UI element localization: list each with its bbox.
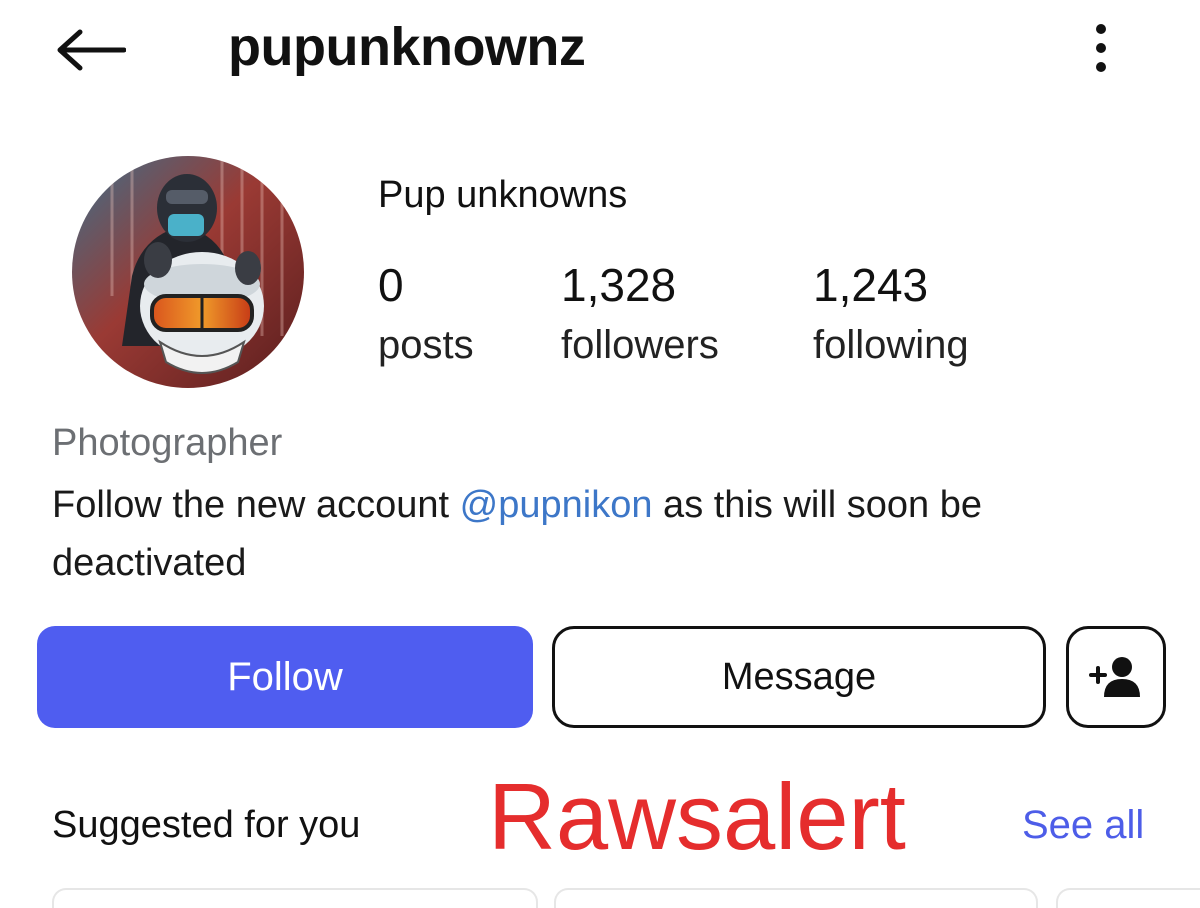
avatar-photo (72, 156, 304, 388)
followers-label: followers (561, 323, 719, 367)
follow-button-label: Follow (227, 654, 343, 699)
more-vertical-icon-dot (1096, 62, 1106, 72)
followers-count: 1,328 (561, 259, 677, 311)
see-all-link[interactable]: See all (1022, 800, 1144, 850)
more-options-button[interactable] (1076, 18, 1126, 78)
following-label: following (813, 323, 969, 367)
bio-text-before: Follow the new account (52, 484, 460, 526)
back-button[interactable] (50, 20, 130, 80)
more-vertical-icon (1096, 24, 1106, 34)
posts-label: posts (378, 323, 474, 367)
profile-avatar[interactable] (72, 156, 304, 388)
profile-username: pupunknownz (228, 17, 586, 77)
suggested-card-edge (52, 888, 538, 908)
posts-count: 0 (378, 259, 404, 311)
stat-following[interactable]: 1,243 following (813, 258, 969, 370)
message-button[interactable]: Message (552, 626, 1046, 728)
more-vertical-icon-dot (1096, 43, 1106, 53)
suggest-accounts-button[interactable] (1066, 626, 1166, 728)
stat-posts[interactable]: 0 posts (378, 258, 474, 370)
stat-followers[interactable]: 1,328 followers (561, 258, 719, 370)
add-person-icon (1089, 657, 1140, 697)
suggested-card-edge (554, 888, 1038, 908)
follow-button[interactable]: Follow (37, 626, 533, 728)
profile-category: Photographer (52, 422, 283, 464)
suggested-card-edge (1056, 888, 1200, 908)
profile-bio: Follow the new account @pupnikon as this… (52, 476, 1162, 592)
arrow-left-icon (57, 29, 126, 71)
watermark-text: Rawsalert (488, 764, 906, 869)
suggested-section-title: Suggested for you (52, 804, 361, 846)
following-count: 1,243 (813, 259, 929, 311)
message-button-label: Message (721, 655, 877, 698)
profile-display-name: Pup unknowns (378, 174, 628, 216)
bio-mention-link[interactable]: @pupnikon (460, 484, 653, 526)
